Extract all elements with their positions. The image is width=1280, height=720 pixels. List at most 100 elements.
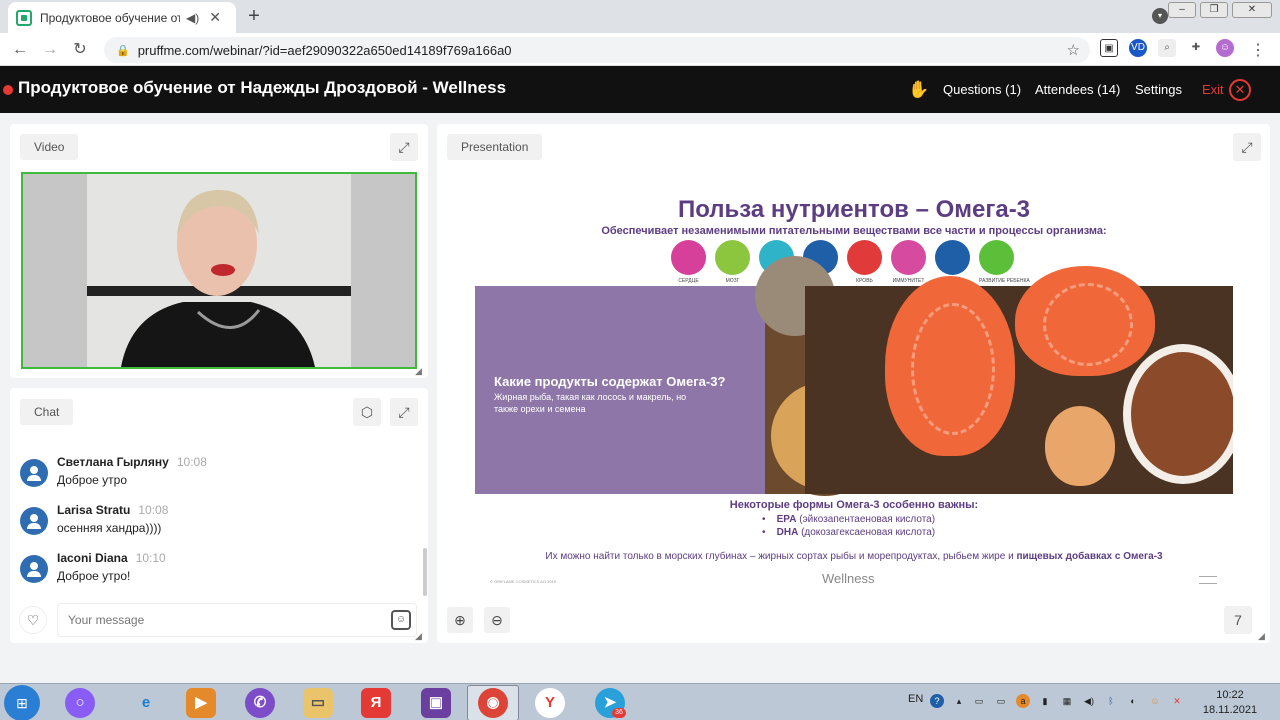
alice-icon[interactable]: ○ <box>65 688 95 718</box>
bookmark-star-icon[interactable]: ☆ <box>1067 41 1080 59</box>
salmon-steak-image <box>885 276 1015 456</box>
organ-label: КРОВЬ <box>856 278 873 284</box>
chrome-icon[interactable]: ◉ <box>478 688 508 718</box>
emoji-icon[interactable]: ☺ <box>391 610 411 630</box>
internet-explorer-icon[interactable]: e <box>131 688 161 718</box>
forward-icon[interactable]: → <box>39 39 61 61</box>
clock-time[interactable]: 10:22 <box>1202 689 1258 701</box>
omega-form-item: • EPA (эйкозапентаеновая кислота) <box>762 514 936 525</box>
browser-menu-icon[interactable]: ⋮ <box>1250 40 1266 60</box>
language-indicator[interactable]: EN <box>908 693 923 705</box>
organ-item: СЕРДЦЕ <box>671 240 706 284</box>
organ-icon <box>671 240 706 275</box>
monitor-tray-icon[interactable]: ▭ <box>972 694 986 708</box>
viber-icon[interactable]: ✆ <box>245 688 275 718</box>
display-tray-icon[interactable]: ▭ <box>994 694 1008 708</box>
photo-text-line1: Жирная рыба, такая как лосось и макрель,… <box>494 392 687 402</box>
zoom-meetings-icon[interactable]: ▣ <box>421 688 451 718</box>
minimize-button[interactable]: – <box>1168 2 1196 18</box>
expand-video-icon[interactable]: ⤢ <box>390 133 418 161</box>
user-avatar-icon <box>20 507 48 535</box>
organ-item: ИММУНИТЕТ <box>891 240 926 284</box>
profile-menu-icon[interactable]: ▾ <box>1152 8 1168 24</box>
telegram-badge: 36 <box>612 708 626 718</box>
expand-chat-icon[interactable]: ⤢ <box>390 398 418 426</box>
chat-message: Светлана Гырляну 10:08 Доброе утро <box>20 455 410 495</box>
omega3-foods-photo: Какие продукты содержат Омега-3? Жирная … <box>475 256 1233 496</box>
chat-label: Chat <box>20 399 74 425</box>
presentation-slide: Польза нутриентов – Омега-3 Обеспечивает… <box>475 178 1233 592</box>
zoom-out-icon[interactable]: ⊖ <box>484 607 510 633</box>
cube-icon[interactable]: ⬡ <box>353 398 381 426</box>
hardware-tray-icon[interactable]: ▦ <box>1060 694 1074 708</box>
avast-tray-icon[interactable]: a <box>1016 694 1030 708</box>
heart-icon[interactable]: ♡ <box>19 606 47 634</box>
volume-tray-icon[interactable]: ◀) <box>1082 694 1096 708</box>
browser-tab-strip: Продуктовое обучение от Н ◀) ✕ + ▾ – ❐ ✕ <box>0 0 1280 33</box>
message-time: 10:10 <box>135 551 166 565</box>
media-player-icon[interactable]: ▶ <box>186 688 216 718</box>
profile-avatar-icon[interactable]: ☺ <box>1216 39 1234 57</box>
screen: Продуктовое обучение от Н ◀) ✕ + ▾ – ❐ ✕… <box>0 0 1280 720</box>
zoom-in-icon[interactable]: ⊕ <box>447 607 473 633</box>
extension-icons: ▣ VD ⌕ ✚ ☺ <box>1100 39 1234 57</box>
exit-link[interactable]: Exit <box>1202 82 1224 97</box>
tab-title: Продуктовое обучение от Н <box>40 10 180 25</box>
bluetooth-tray-icon[interactable]: ᛒ <box>1104 694 1118 708</box>
search-extension-icon[interactable]: ⌕ <box>1158 39 1176 57</box>
cube-extension-icon[interactable]: ▣ <box>1100 39 1118 57</box>
url-text: pruffme.com/webinar/?id=aef29090322a650e… <box>137 42 512 58</box>
new-tab-button[interactable]: + <box>243 6 265 28</box>
photo-question: Какие продукты содержат Омега-3? <box>494 374 726 389</box>
emoji-tray-icon[interactable]: ☺ <box>1148 694 1162 708</box>
slide-footer-text: Их можно найти только в морских глубинах… <box>545 551 1163 562</box>
back-icon[interactable]: ← <box>9 39 31 61</box>
slide-page-number: 7 <box>1224 606 1252 634</box>
omega-form-item: • DHA (докозагексаеновая кислота) <box>762 527 936 538</box>
reload-icon[interactable]: ↻ <box>69 39 91 61</box>
photo-purple-overlay <box>475 286 765 494</box>
flag-tray-icon[interactable]: ✕ <box>1170 694 1184 708</box>
live-indicator-icon <box>3 85 13 95</box>
start-button[interactable]: ⊞ <box>4 685 40 720</box>
chat-resize-grip[interactable]: ◢ <box>415 631 422 642</box>
address-bar[interactable]: 🔒 pruffme.com/webinar/?id=aef29090322a65… <box>104 37 1090 63</box>
chat-scrollbar[interactable] <box>423 548 427 596</box>
yandex-browser-icon[interactable]: Y <box>535 688 565 718</box>
organ-item: КРОВЬ <box>847 240 882 284</box>
questions-link[interactable]: Questions (1) <box>943 82 1021 97</box>
settings-link[interactable]: Settings <box>1135 82 1182 97</box>
attendees-link[interactable]: Attendees (14) <box>1035 82 1120 97</box>
lock-icon: 🔒 <box>116 44 130 57</box>
close-window-button[interactable]: ✕ <box>1232 2 1272 18</box>
speaker-video-image <box>23 174 415 367</box>
photo-food-area <box>755 256 1233 496</box>
file-explorer-icon[interactable]: ▭ <box>303 688 333 718</box>
puzzle-extensions-icon[interactable]: ✚ <box>1187 39 1205 57</box>
message-text: осенняя хандра)))) <box>57 521 162 535</box>
restore-button[interactable]: ❐ <box>1200 2 1228 18</box>
browser-tab[interactable]: Продуктовое обучение от Н ◀) ✕ <box>8 2 236 33</box>
user-avatar-icon <box>20 555 48 583</box>
vpn-extension-icon[interactable]: VD <box>1129 39 1147 57</box>
slide-title: Польза нутриентов – Омега-3 <box>677 196 1031 223</box>
exit-close-icon[interactable]: ✕ <box>1229 79 1251 101</box>
chat-message-input[interactable] <box>57 603 417 637</box>
expand-presentation-icon[interactable]: ⤢ <box>1233 133 1261 161</box>
organ-label: РАЗВИТИЕ РЕБЕНКА <box>979 278 1030 284</box>
omega-forms-title: Некоторые формы Омега-3 особенно важны: <box>729 499 979 511</box>
raise-hand-icon[interactable]: ✋ <box>908 80 929 100</box>
help-tray-icon[interactable]: ? <box>930 694 944 708</box>
tab-close-icon[interactable]: ✕ <box>209 9 221 26</box>
yandex-icon[interactable]: Я <box>361 688 391 718</box>
clock-date[interactable]: 18.11.2021 <box>1200 704 1260 716</box>
network-tray-icon[interactable]: ▮ <box>1038 694 1052 708</box>
wellness-logo: Wellness <box>822 571 875 586</box>
organ-item: МОЗГ <box>715 240 750 284</box>
slide-copyright: © ORIFLAME COSMETICS AG 2019 <box>490 579 557 584</box>
presentation-resize-grip[interactable]: ◢ <box>1258 631 1265 642</box>
show-hidden-icons-icon[interactable]: ▴ <box>952 694 966 708</box>
video-resize-grip[interactable]: ◢ <box>415 366 422 377</box>
app-tray-icon[interactable]: ◐ <box>1126 694 1140 708</box>
speaker-icon[interactable]: ◀) <box>186 11 199 25</box>
